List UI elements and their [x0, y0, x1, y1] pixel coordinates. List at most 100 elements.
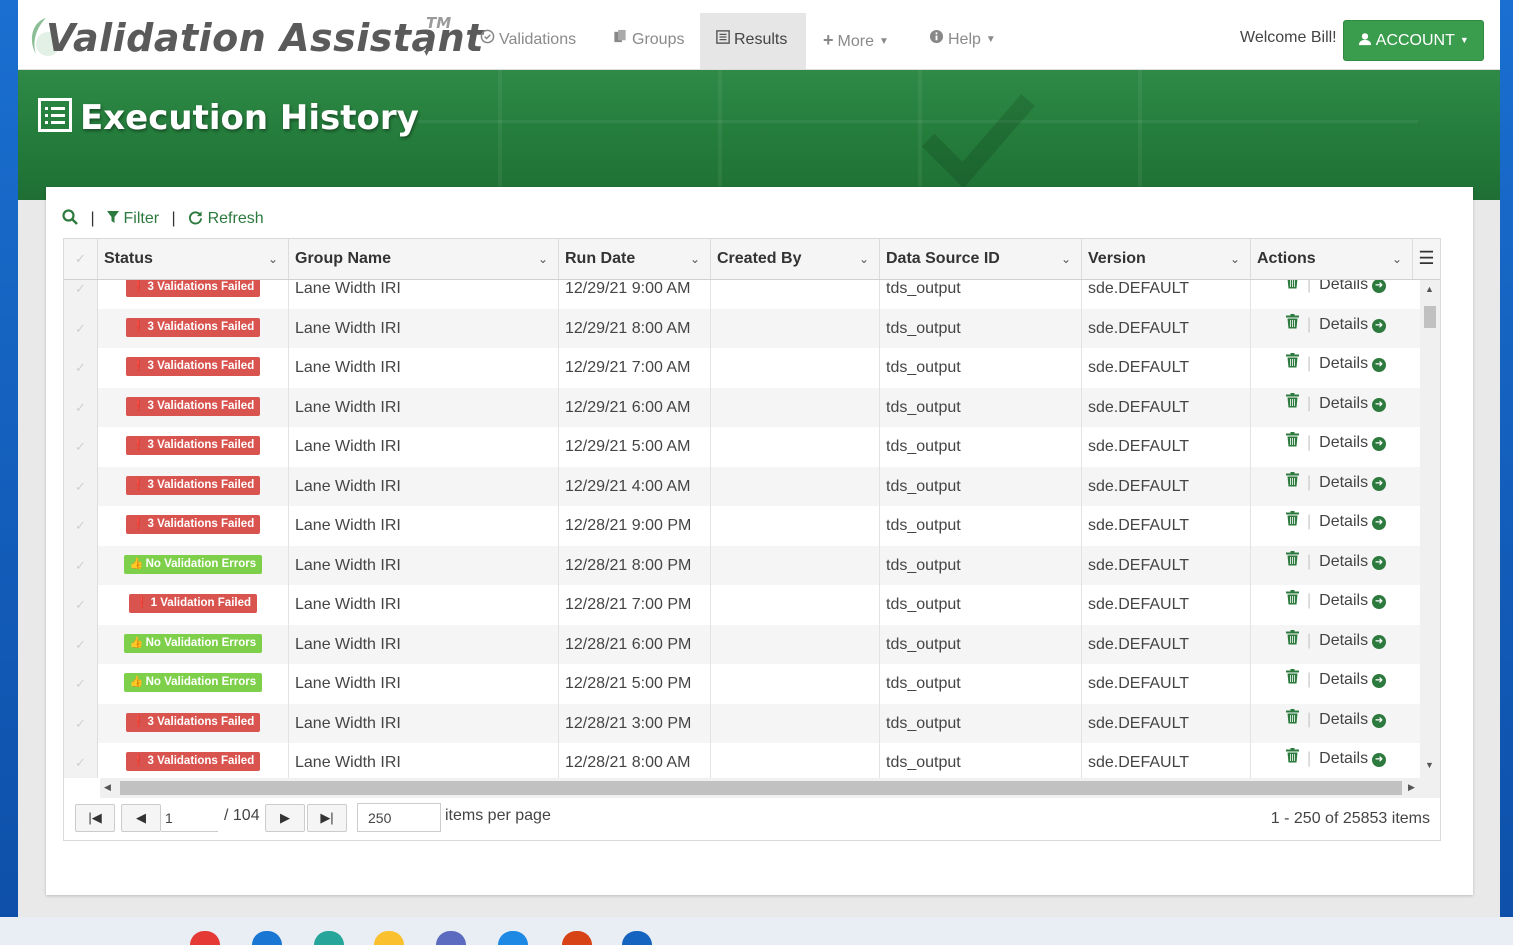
table-row[interactable]: ✓ ❗ 3 Validations Failed Lane Width IRI 12/2… [64, 387, 1420, 427]
chevron-down-icon[interactable]: ⌄ [1061, 239, 1071, 279]
trash-icon[interactable] [1286, 280, 1299, 293]
row-select-checkbox[interactable]: ✓ [64, 506, 98, 546]
chevron-down-icon[interactable]: ⌄ [1392, 239, 1402, 279]
details-link[interactable]: Details ➜ [1319, 474, 1387, 491]
column-menu-button[interactable]: ☰ [1412, 239, 1440, 279]
table-row[interactable]: ✓ ❗ 3 Validations Failed Lane Width IRI 12/2… [64, 703, 1420, 743]
column-header-status[interactable]: Status ⌄ [98, 239, 289, 279]
column-header-actions[interactable]: Actions ⌄ [1251, 239, 1412, 279]
app-icon[interactable] [622, 931, 652, 945]
row-select-checkbox[interactable]: ✓ [64, 545, 98, 585]
select-all-checkbox[interactable]: ✓ [64, 239, 98, 279]
trash-icon[interactable] [1286, 313, 1299, 333]
table-row[interactable]: ✓ ❗ 3 Validations Failed Lane Width IRI 12/2… [64, 466, 1420, 506]
table-row[interactable]: ✓ ❗ 3 Validations Failed Lane Width IRI 12/2… [64, 427, 1420, 467]
details-link[interactable]: Details ➜ [1319, 671, 1387, 688]
details-link[interactable]: Details ➜ [1319, 513, 1387, 530]
row-select-checkbox[interactable]: ✓ [64, 624, 98, 664]
trash-icon[interactable] [1286, 748, 1299, 767]
table-row[interactable]: ✓ 👍 No Validation Errors Lane Width IRI 12/2… [64, 545, 1420, 585]
trash-icon[interactable] [1286, 550, 1299, 570]
horizontal-scrollbar[interactable]: ◀ ▶ [100, 778, 1440, 798]
column-header-data-source-id[interactable]: Data Source ID ⌄ [880, 239, 1082, 279]
row-select-checkbox[interactable]: ✓ [64, 664, 98, 704]
nav-more-dropdown[interactable]: + More ▼ [807, 13, 905, 69]
row-select-checkbox[interactable]: ✓ [64, 743, 98, 778]
table-row[interactable]: ✓ ❗ 3 Validations Failed Lane Width IRI 12/2… [64, 348, 1420, 388]
trash-icon[interactable] [1286, 708, 1299, 728]
app-icon[interactable] [498, 931, 528, 945]
table-row[interactable]: ✓ ❗ 3 Validations Failed Lane Width IRI 12/2… [64, 743, 1420, 778]
outlook-icon[interactable] [252, 931, 282, 945]
page-number-input[interactable]: 1 [161, 804, 218, 832]
scroll-down-icon[interactable]: ▼ [1425, 760, 1434, 770]
filter-button[interactable]: Filter [107, 210, 159, 228]
chrome-icon[interactable] [190, 931, 220, 945]
row-select-checkbox[interactable]: ✓ [64, 387, 98, 427]
nav-results[interactable]: Results [700, 13, 806, 69]
details-link[interactable]: Details ➜ [1319, 395, 1387, 412]
details-link[interactable]: Details ➜ [1319, 316, 1387, 333]
chevron-down-icon[interactable]: ⌄ [268, 239, 278, 279]
folder-icon[interactable] [374, 931, 404, 945]
row-select-checkbox[interactable]: ✓ [64, 348, 98, 388]
column-header-created-by[interactable]: Created By ⌄ [711, 239, 880, 279]
details-link[interactable]: Details ➜ [1319, 280, 1387, 293]
details-link[interactable]: Details ➜ [1319, 750, 1387, 767]
brand-logo-link[interactable]: Validation Assistant TM ▾ [24, 10, 483, 64]
scroll-up-icon[interactable]: ▲ [1425, 284, 1434, 294]
next-page-button[interactable]: ▶ [265, 804, 305, 832]
trash-icon[interactable] [1286, 392, 1299, 412]
items-per-page-select[interactable]: 250 [357, 803, 441, 832]
column-header-group-name[interactable]: Group Name ⌄ [289, 239, 559, 279]
chevron-down-icon[interactable]: ⌄ [538, 239, 548, 279]
nav-validations[interactable]: Validations [464, 13, 592, 69]
row-select-checkbox[interactable]: ✓ [64, 427, 98, 467]
edge-icon[interactable] [314, 931, 344, 945]
trash-icon[interactable] [1286, 669, 1299, 688]
row-select-checkbox[interactable]: ✓ [64, 466, 98, 506]
vertical-scroll-thumb[interactable] [1424, 306, 1436, 328]
details-link[interactable]: Details ➜ [1319, 434, 1387, 451]
details-link[interactable]: Details ➜ [1319, 355, 1387, 372]
trash-icon[interactable] [1286, 590, 1299, 609]
column-header-version[interactable]: Version ⌄ [1082, 239, 1251, 279]
row-select-checkbox[interactable]: ✓ [64, 585, 98, 625]
account-dropdown-button[interactable]: ACCOUNT ▼ [1343, 20, 1484, 61]
scroll-left-icon[interactable]: ◀ [104, 782, 111, 793]
column-header-run-date[interactable]: Run Date ⌄ [559, 239, 711, 279]
details-link[interactable]: Details ➜ [1319, 592, 1387, 609]
table-row[interactable]: ✓ ❗ 3 Validations Failed Lane Width IRI 12/2… [64, 308, 1420, 348]
teams-icon[interactable] [436, 931, 466, 945]
horizontal-scroll-thumb[interactable] [120, 781, 1402, 795]
chevron-down-icon[interactable]: ⌄ [859, 239, 869, 279]
chevron-down-icon[interactable]: ⌄ [690, 239, 700, 279]
table-row[interactable]: ✓ ❗ 3 Validations Failed Lane Width IRI 12/2… [64, 506, 1420, 546]
details-link[interactable]: Details ➜ [1319, 632, 1387, 649]
details-link[interactable]: Details ➜ [1319, 711, 1387, 728]
nav-help-dropdown[interactable]: Help ▼ [913, 13, 1012, 69]
nav-groups[interactable]: Groups [596, 13, 700, 69]
refresh-button[interactable]: Refresh [188, 210, 264, 228]
chevron-down-icon[interactable]: ⌄ [1230, 239, 1240, 279]
table-row[interactable]: ✓ ❗ 3 Validations Failed Lane Width IRI 12/2… [64, 280, 1420, 309]
trash-icon[interactable] [1286, 511, 1299, 530]
vertical-scrollbar[interactable]: ▲ ▼ [1420, 280, 1440, 778]
scroll-right-icon[interactable]: ▶ [1408, 782, 1415, 793]
table-row[interactable]: ✓ ❗ 1 Validation Failed Lane Width IRI 12/28… [64, 585, 1420, 625]
row-select-checkbox[interactable]: ✓ [64, 308, 98, 348]
trash-icon[interactable] [1286, 629, 1299, 649]
first-page-button[interactable]: |◀ [75, 804, 115, 832]
table-row[interactable]: ✓ 👍 No Validation Errors Lane Width IRI 12/2… [64, 624, 1420, 664]
search-icon[interactable] [62, 209, 78, 228]
table-row[interactable]: ✓ 👍 No Validation Errors Lane Width IRI 12/2… [64, 664, 1420, 704]
trash-icon[interactable] [1286, 432, 1299, 451]
row-select-checkbox[interactable]: ✓ [64, 703, 98, 743]
trash-icon[interactable] [1286, 353, 1299, 372]
app-icon[interactable] [562, 931, 592, 945]
trash-icon[interactable] [1286, 471, 1299, 491]
prev-page-button[interactable]: ◀ [121, 804, 161, 832]
details-link[interactable]: Details ➜ [1319, 553, 1387, 570]
last-page-button[interactable]: ▶| [307, 804, 347, 832]
row-select-checkbox[interactable]: ✓ [64, 280, 98, 309]
